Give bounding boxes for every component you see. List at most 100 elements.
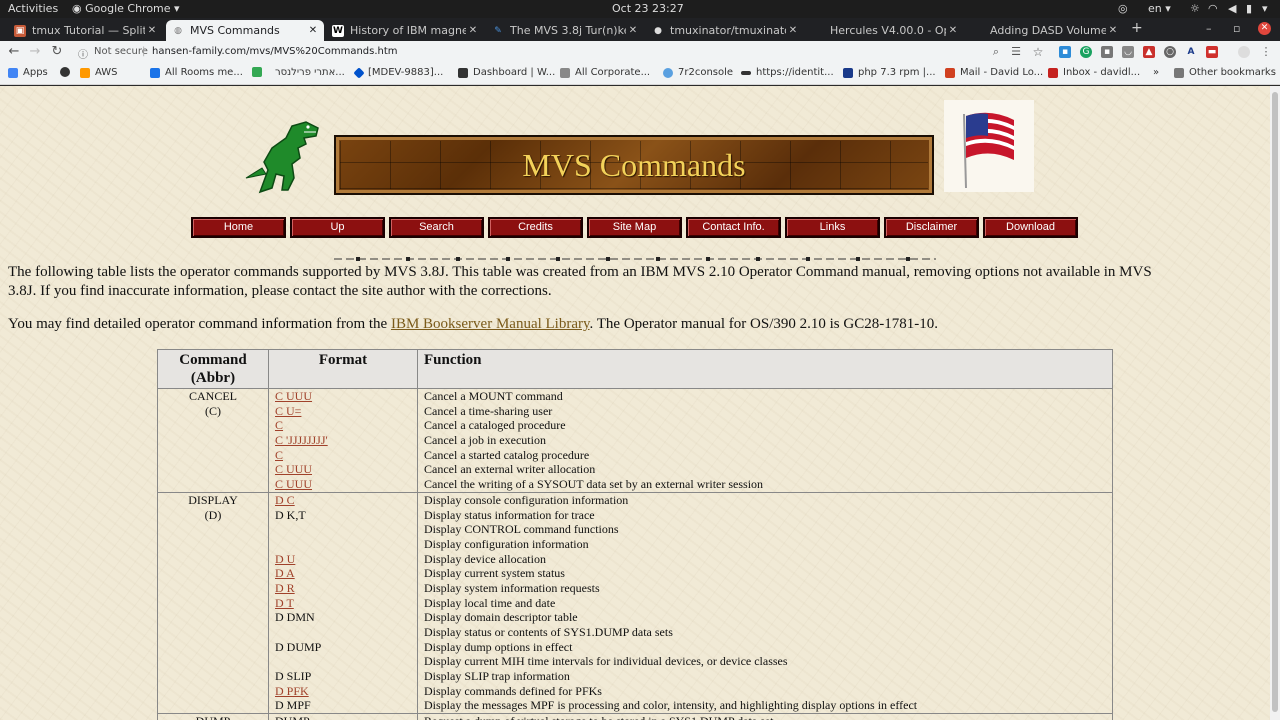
- format-link[interactable]: C 'JJJJJJJJ': [275, 433, 411, 448]
- format-link[interactable]: C UUU: [275, 462, 411, 477]
- close-icon[interactable]: ✕: [306, 25, 320, 36]
- kebab-menu-icon[interactable]: ⋮: [1258, 44, 1274, 60]
- scrollbar-thumb[interactable]: [1272, 92, 1278, 712]
- info-icon[interactable]: ⓘ: [78, 46, 88, 61]
- tab-dasd-volumes[interactable]: Adding DASD Volumes ✕: [966, 20, 1124, 41]
- reader-icon[interactable]: ☰: [1008, 44, 1024, 60]
- format-text: [275, 654, 411, 669]
- brightness-icon[interactable]: ☼: [1190, 2, 1200, 15]
- nav-links-button[interactable]: Links: [785, 217, 880, 238]
- extension-icon[interactable]: ◡: [1122, 46, 1134, 58]
- bookmark-7r2console[interactable]: 7r2console: [663, 67, 733, 78]
- nav-site-map-button[interactable]: Site Map: [587, 217, 682, 238]
- bookmark-all-corporate[interactable]: All Corporate...: [560, 67, 650, 78]
- app-menu[interactable]: ◉ Google Chrome ▾: [72, 2, 180, 15]
- nav-contact-button[interactable]: Contact Info.: [686, 217, 781, 238]
- bookmark-inbox[interactable]: Inbox - davidl...: [1048, 67, 1140, 78]
- bookmark-freelancer[interactable]: אתרי פרילנסר...: [275, 67, 345, 78]
- new-tab-button[interactable]: +: [1131, 20, 1143, 36]
- tab-ibm-magnetic[interactable]: W History of IBM magnetic ✕: [326, 20, 484, 41]
- format-link[interactable]: D R: [275, 581, 411, 596]
- tab-mvs-commands[interactable]: ◍ MVS Commands ✕: [166, 20, 324, 41]
- window-close-icon[interactable]: ✕: [1258, 22, 1271, 35]
- clock[interactable]: Oct 23 23:27: [612, 2, 684, 15]
- bookmarks-overflow-icon[interactable]: »: [1153, 67, 1159, 78]
- extension-icon[interactable]: A: [1185, 46, 1197, 58]
- extension-icon[interactable]: ▪: [1059, 46, 1071, 58]
- restore-icon[interactable]: ▫: [1233, 22, 1240, 35]
- nav-credits-button[interactable]: Credits: [488, 217, 583, 238]
- bookmark-mdev[interactable]: [MDEV-9883]...: [353, 66, 443, 79]
- tab-mvs-turnkey[interactable]: ✎ The MVS 3.8j Tur(n)key Sy ✕: [486, 20, 644, 41]
- language-indicator[interactable]: en ▾: [1148, 2, 1171, 15]
- intro-line: 3.8J. If you find inaccurate information…: [8, 283, 552, 299]
- tab-tmux-tutorial[interactable]: ▣ tmux Tutorial — Split Ter ✕: [8, 20, 163, 41]
- close-icon[interactable]: ✕: [145, 25, 159, 36]
- format-link[interactable]: C UUU: [275, 389, 411, 404]
- extension-icon[interactable]: ▪: [1101, 46, 1113, 58]
- bookmark-identity[interactable]: https://identit...: [741, 67, 834, 78]
- format-link[interactable]: C U=: [275, 404, 411, 419]
- tab-hercules[interactable]: Hercules V4.00.0 - Operat ✕: [806, 20, 964, 41]
- volume-icon[interactable]: ◀: [1228, 2, 1236, 15]
- ibm-bookserver-link[interactable]: IBM Bookserver Manual Library: [391, 316, 590, 332]
- avatar[interactable]: [1238, 46, 1250, 58]
- format-link[interactable]: C UUU: [275, 477, 411, 492]
- bookmarks-bar: Apps AWS All Rooms me... אתרי פרילנסר...…: [0, 63, 1280, 85]
- nav-download-button[interactable]: Download: [983, 217, 1078, 238]
- bookmark-dashboard[interactable]: Dashboard | W...: [458, 67, 555, 78]
- bookmark-star-icon[interactable]: ☆: [1030, 44, 1046, 60]
- tab-tmuxinator[interactable]: ● tmuxinator/tmuxinator: ✕: [646, 20, 804, 41]
- nav-search-button[interactable]: Search: [389, 217, 484, 238]
- address-bar[interactable]: ⓘ Not secure | hansen-family.com/mvs/MVS…: [72, 43, 972, 61]
- bookmark-label: Mail - David Lo...: [960, 67, 1044, 78]
- format-link[interactable]: D PFK: [275, 684, 411, 699]
- extension-icon[interactable]: ○: [1164, 46, 1176, 58]
- table-row: DISPLAY (D) D CD K,T D UD AD RD TD DMN D DUM…: [157, 491, 1113, 714]
- nav-home-button[interactable]: Home: [191, 217, 286, 238]
- bookmark-php-rpm[interactable]: php 7.3 rpm |...: [843, 67, 936, 78]
- bookmark-mail[interactable]: Mail - David Lo...: [945, 67, 1043, 78]
- grammarly-icon[interactable]: G: [1080, 46, 1092, 58]
- bookmark-aws[interactable]: AWS: [80, 67, 118, 78]
- minimize-icon[interactable]: –: [1206, 22, 1212, 35]
- back-arrow-icon[interactable]: ←: [6, 44, 22, 60]
- nav-disclaimer-button[interactable]: Disclaimer: [884, 217, 979, 238]
- format-cell: C UUU C U= C C 'JJJJJJJJ' C C UUU C UUU: [268, 388, 418, 493]
- format-link[interactable]: D A: [275, 566, 411, 581]
- format-link[interactable]: D U: [275, 552, 411, 567]
- close-icon[interactable]: ✕: [946, 25, 960, 36]
- reload-icon[interactable]: ↻: [49, 44, 65, 60]
- bookmark-green-plus[interactable]: [252, 67, 267, 77]
- bookmark-github[interactable]: [60, 67, 75, 77]
- extension-icon[interactable]: ▬: [1206, 46, 1218, 58]
- zoom-icon[interactable]: ⌕: [988, 44, 1004, 60]
- close-icon[interactable]: ✕: [466, 25, 480, 36]
- forward-arrow-icon[interactable]: →: [27, 44, 43, 60]
- function-text: Display system information requests: [424, 580, 600, 595]
- us-flag-image: [944, 100, 1034, 192]
- nav-up-button[interactable]: Up: [290, 217, 385, 238]
- format-link[interactable]: C: [275, 448, 411, 463]
- url-text[interactable]: hansen-family.com/mvs/MVS%20Commands.htm: [152, 46, 398, 57]
- tab-label: History of IBM magnetic: [350, 24, 466, 37]
- system-menu-chevron-icon[interactable]: ▾: [1262, 2, 1268, 15]
- close-icon[interactable]: ✕: [786, 25, 800, 36]
- close-icon[interactable]: ✕: [626, 25, 640, 36]
- triangle-icon: [560, 67, 570, 78]
- extension-icon[interactable]: ▲: [1143, 46, 1155, 58]
- wifi-icon[interactable]: ◠: [1208, 2, 1218, 15]
- format-link[interactable]: D T: [275, 596, 411, 611]
- activities-button[interactable]: Activities: [8, 2, 58, 15]
- close-icon[interactable]: ✕: [1106, 25, 1120, 36]
- commands-table: Command (Abbr) Format Function CANCEL (C) C…: [157, 349, 1113, 720]
- bookmark-all-rooms[interactable]: All Rooms me...: [150, 67, 243, 78]
- format-text: D DUMP: [275, 639, 322, 654]
- battery-icon[interactable]: ▮: [1246, 2, 1252, 15]
- other-bookmarks[interactable]: Other bookmarks: [1174, 67, 1276, 78]
- bookmark-apps[interactable]: Apps: [8, 67, 48, 78]
- ubuntu-icon[interactable]: ◎: [1118, 2, 1128, 15]
- format-link[interactable]: C: [275, 418, 411, 433]
- format-link[interactable]: D C: [275, 493, 411, 508]
- page-scrollbar[interactable]: [1270, 86, 1280, 720]
